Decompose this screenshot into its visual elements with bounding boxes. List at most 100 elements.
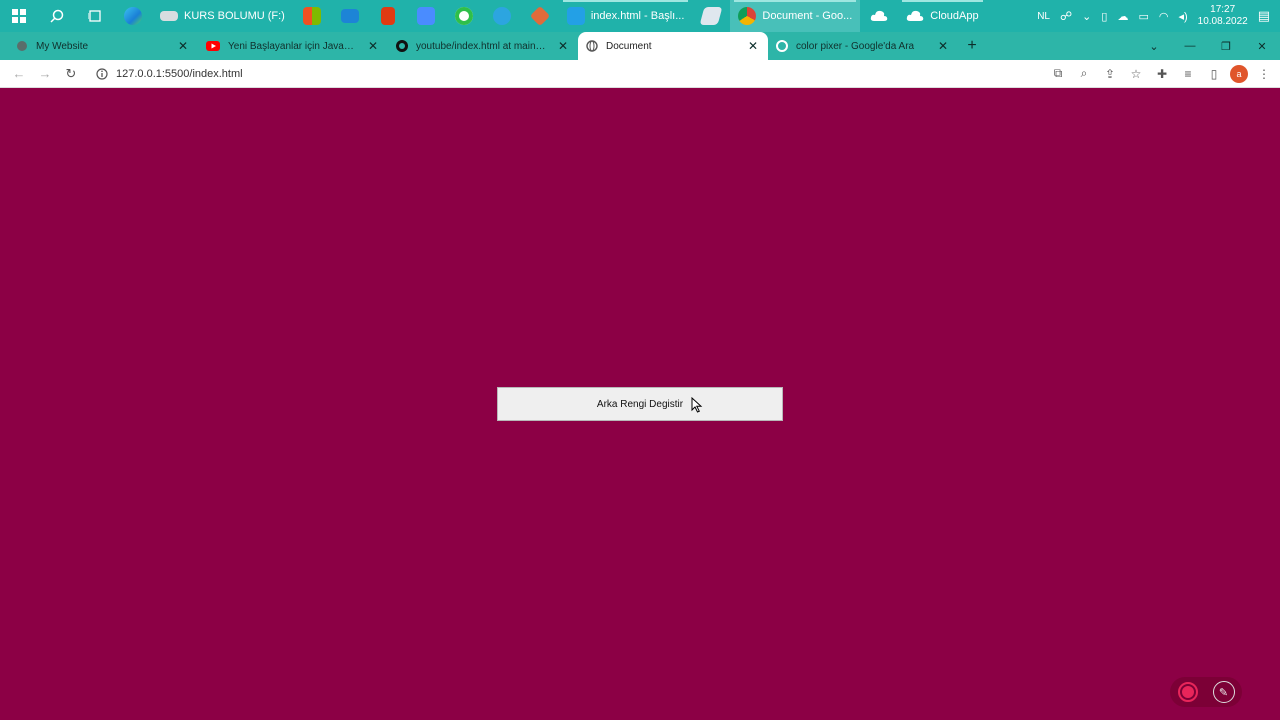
whatsapp-icon [454, 7, 473, 25]
translate-icon[interactable]: ⧉ [1048, 64, 1068, 84]
change-background-button[interactable]: Arka Rengi Degistir [497, 387, 783, 421]
toolbar-actions: ⧉ ⌕ ⇪ ☆ ✚ ≡ ▯ a ⋮ [1048, 64, 1274, 84]
telegram-taskbar-button[interactable] [483, 0, 521, 32]
reload-icon: ↻ [65, 65, 77, 81]
task-view-icon [88, 10, 101, 22]
cloud-icon [871, 10, 888, 21]
minimize-icon[interactable]: — [1172, 40, 1208, 52]
youtube-icon [206, 41, 220, 51]
tab-label: color pixer - Google'da Ara [796, 40, 915, 52]
drive-taskbar-button[interactable]: KURS BOLUMU (F:) [152, 0, 293, 32]
battery-icon[interactable]: ▭ [1138, 10, 1148, 23]
edge-icon [124, 7, 142, 25]
pen-icon[interactable]: ✎ [1212, 681, 1235, 703]
tab-search-icon[interactable]: ⌄ [1136, 40, 1172, 53]
zoom-icon [416, 7, 435, 25]
git-taskbar-button[interactable] [521, 0, 559, 32]
tab-label: My Website [36, 40, 89, 52]
record-icon[interactable] [1177, 682, 1198, 702]
whatsapp-taskbar-button[interactable] [445, 0, 483, 32]
telegram-icon [492, 7, 511, 25]
browser-tab-strip: My Website ✕ Yeni Başlayanlar için Javas… [0, 32, 1280, 60]
side-panel-icon[interactable]: ▯ [1204, 64, 1224, 84]
menu-kebab-icon[interactable]: ⋮ [1254, 64, 1274, 84]
close-icon[interactable]: ✕ [366, 39, 380, 53]
close-icon[interactable]: ✕ [176, 39, 190, 53]
address-bar[interactable]: 127.0.0.1:5500/index.html [90, 63, 1048, 85]
language-indicator[interactable]: NL [1037, 11, 1050, 22]
cloudapp-taskbar-button[interactable]: CloudApp [898, 0, 986, 32]
share-icon[interactable]: ⇪ [1100, 64, 1120, 84]
vscode-taskbar-button[interactable]: index.html - Başlı... [559, 0, 693, 32]
wifi-icon[interactable]: ◠ [1159, 10, 1169, 23]
globe-icon [586, 40, 598, 52]
new-tab-button[interactable]: + [958, 32, 986, 60]
windows-logo-icon [12, 9, 26, 23]
tab-google-search[interactable]: color pixer - Google'da Ara ✕ [768, 32, 958, 60]
office-taskbar-button[interactable] [369, 0, 407, 32]
device-icon[interactable]: ▯ [1101, 10, 1107, 23]
people-icon[interactable]: ☍ [1060, 9, 1072, 23]
chrome-icon [738, 7, 757, 25]
tab-label: youtube/index.html at main · en [416, 40, 548, 52]
vscode-label: index.html - Başlı... [590, 10, 685, 22]
cloudapp-icon [907, 10, 924, 21]
bookmark-star-icon[interactable]: ☆ [1126, 64, 1146, 84]
zoom-taskbar-button[interactable] [407, 0, 445, 32]
close-icon[interactable]: ✕ [556, 39, 570, 53]
browser-toolbar: ← → ↻ 127.0.0.1:5500/index.html ⧉ ⌕ ⇪ ☆ … [0, 60, 1280, 88]
chrome-taskbar-button[interactable]: Document - Goo... [730, 0, 861, 32]
drive-icon [160, 11, 178, 21]
clock-time: 17:27 [1210, 4, 1236, 15]
drive-label: KURS BOLUMU (F:) [184, 10, 285, 22]
profile-avatar[interactable]: a [1230, 64, 1248, 83]
store-icon [302, 7, 321, 25]
clock-date: 10.08.2022 [1197, 16, 1248, 27]
close-icon[interactable]: ✕ [936, 39, 950, 53]
vscode-icon [566, 7, 585, 25]
tab-label: Yeni Başlayanlar için Javascript P [228, 40, 358, 52]
reading-list-icon[interactable]: ≡ [1178, 64, 1198, 84]
start-button[interactable] [0, 0, 38, 32]
forward-button[interactable]: → [32, 61, 58, 87]
pen-app-taskbar-button[interactable] [692, 0, 730, 32]
tab-youtube[interactable]: Yeni Başlayanlar için Javascript P ✕ [198, 32, 388, 60]
close-icon[interactable]: ✕ [746, 39, 760, 53]
office-icon [380, 7, 395, 25]
volume-icon[interactable]: ◂) [1178, 10, 1187, 23]
tab-github[interactable]: youtube/index.html at main · en ✕ [388, 32, 578, 60]
mail-icon [340, 9, 359, 23]
mouse-cursor-icon [691, 397, 703, 413]
search-button[interactable] [38, 0, 76, 32]
cloudapp-label: CloudApp [930, 10, 979, 22]
back-button[interactable]: ← [6, 61, 32, 87]
windows-taskbar: KURS BOLUMU (F:) index.html - Başlı... D… [0, 0, 1280, 32]
github-icon [396, 40, 408, 52]
git-icon [529, 5, 551, 27]
restore-icon[interactable]: ❐ [1208, 40, 1244, 53]
extensions-icon[interactable]: ✚ [1152, 64, 1172, 84]
store-taskbar-button[interactable] [293, 0, 331, 32]
clock[interactable]: 17:27 10.08.2022 [1198, 4, 1248, 28]
reload-button[interactable]: ↻ [58, 61, 84, 87]
plus-icon: + [967, 37, 977, 54]
tab-my-website[interactable]: My Website ✕ [8, 32, 198, 60]
google-icon [776, 40, 788, 52]
notification-icon[interactable]: ▤ [1258, 8, 1270, 24]
network-warning-icon[interactable]: ☁ [1117, 10, 1128, 23]
edge-taskbar-button[interactable] [114, 0, 152, 32]
system-tray: NL ☍ ⌄ ▯ ☁ ▭ ◠ ◂) 17:27 10.08.2022 ▤ [1037, 0, 1280, 32]
screen-recorder-widget: ✎ [1170, 677, 1242, 707]
search-icon [50, 9, 64, 23]
globe-icon [17, 41, 27, 51]
tab-document[interactable]: Document ✕ [578, 32, 768, 60]
window-controls: ⌄ — ❐ ✕ [1136, 32, 1280, 60]
url-text: 127.0.0.1:5500/index.html [116, 67, 243, 80]
zoom-icon[interactable]: ⌕ [1074, 64, 1094, 84]
chevron-up-icon[interactable]: ⌄ [1082, 10, 1091, 23]
pen-app-icon [699, 7, 723, 25]
mail-taskbar-button[interactable] [331, 0, 369, 32]
close-window-icon[interactable]: ✕ [1244, 40, 1280, 53]
task-view-button[interactable] [76, 0, 114, 32]
cloud-taskbar-button[interactable] [860, 0, 898, 32]
